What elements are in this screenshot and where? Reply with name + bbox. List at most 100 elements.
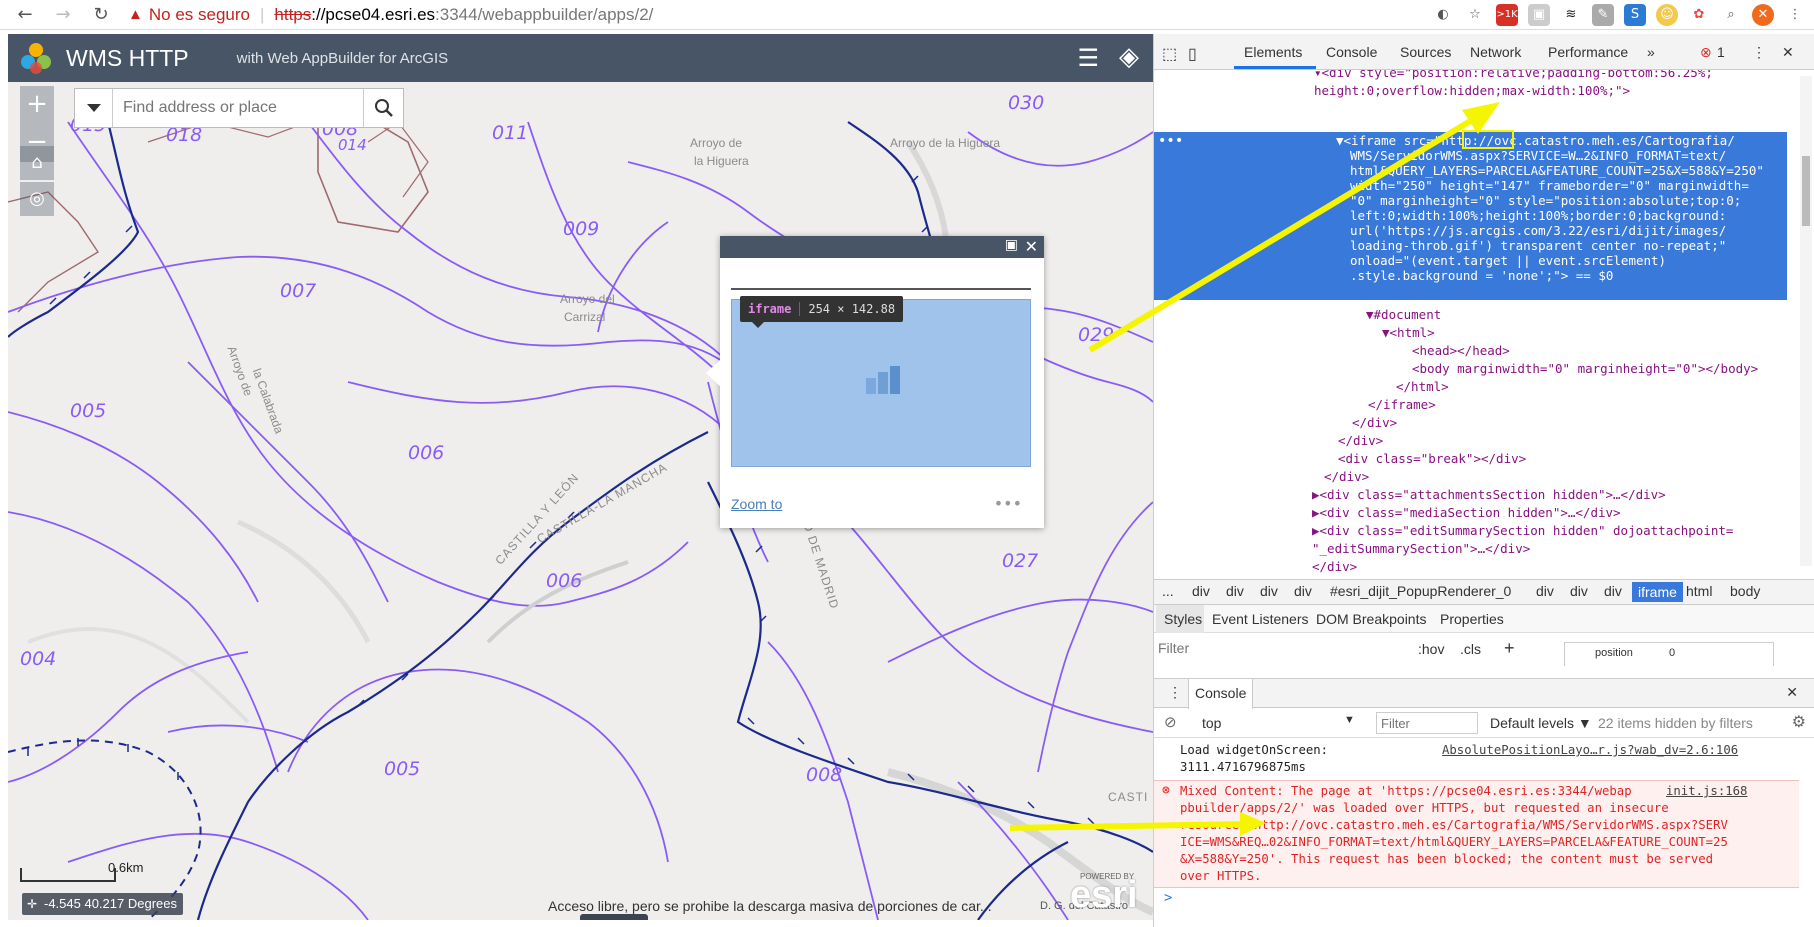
scrollbar-thumb[interactable] (1802, 156, 1810, 226)
map-label-parcel: 011 (492, 122, 529, 144)
drawer-menu-icon[interactable]: ⋮ (1168, 684, 1182, 701)
app-header: WMS HTTP with Web AppBuilder for ArcGIS … (8, 34, 1153, 82)
tab-event-listeners[interactable]: Event Listeners (1212, 611, 1309, 627)
breadcrumb-item[interactable]: div (1226, 583, 1244, 599)
app-logo-icon (21, 43, 51, 74)
emoji-extension-icon[interactable]: ☺ (1656, 4, 1678, 26)
dom-line[interactable]: ▶<div class="attachmentsSection hidden">… (1312, 486, 1666, 504)
gmail-extension-icon[interactable]: >1K (1496, 4, 1518, 26)
hov-toggle[interactable]: :hov (1418, 641, 1444, 657)
cookie-icon[interactable]: ◐ (1432, 4, 1454, 26)
new-rule-icon[interactable]: + (1504, 638, 1515, 659)
basemap-layers-icon[interactable]: ◈ (1119, 42, 1139, 72)
map-label-parcel: 027 (1002, 550, 1039, 572)
flower-extension-icon[interactable]: ✿ (1688, 4, 1710, 26)
tab-sources[interactable]: Sources (1400, 44, 1451, 60)
star-icon[interactable]: ☆ (1464, 4, 1486, 26)
security-label: No es seguro (148, 4, 250, 24)
dom-line[interactable]: </div> (1324, 468, 1369, 486)
search-source-dropdown[interactable] (75, 89, 113, 127)
more-tabs-button[interactable]: » (1647, 44, 1655, 60)
devtools-menu-icon[interactable]: ⋮ (1752, 44, 1766, 61)
tab-properties[interactable]: Properties (1440, 611, 1504, 627)
dom-line[interactable]: ▶<div class="editSummarySection hidden" … (1312, 522, 1733, 540)
tab-performance[interactable]: Performance (1548, 44, 1628, 60)
styles-filter-input[interactable] (1158, 640, 1368, 656)
search-button[interactable] (363, 89, 403, 127)
device-toolbar-icon[interactable]: ▯ (1188, 44, 1197, 64)
element-inspect-tooltip: iframe 254 × 142.88 (740, 296, 904, 328)
popup-iframe[interactable] (731, 299, 1031, 467)
tab-styles[interactable]: Styles (1164, 611, 1202, 627)
breadcrumb-item-selected[interactable]: iframe (1632, 582, 1683, 602)
zoom-to-link[interactable]: Zoom to (731, 496, 782, 512)
more-actions-icon[interactable]: ••• (994, 494, 1022, 513)
security-indicator[interactable]: ▲ No es seguro | (128, 5, 274, 25)
tab-dom-breakpoints[interactable]: DOM Breakpoints (1316, 611, 1426, 627)
context-caret-icon[interactable]: ▼ (1344, 714, 1355, 726)
elements-scrollbar[interactable] (1800, 76, 1812, 566)
dom-line[interactable]: ▾<div style="position:relative;padding-b… (1314, 70, 1713, 82)
context-selector[interactable]: top (1202, 715, 1221, 731)
dom-line[interactable]: </div> (1352, 414, 1397, 432)
console-prompt[interactable]: > (1164, 890, 1172, 907)
dom-line[interactable]: </div> (1338, 432, 1383, 450)
drawer-close-icon[interactable]: ✕ (1786, 684, 1798, 701)
breadcrumb-item[interactable]: body (1730, 583, 1760, 599)
maximize-icon[interactable]: ▣ (1005, 237, 1018, 253)
menu-icon[interactable]: ⋮ (1784, 4, 1806, 26)
extension-icons: ◐ ☆ >1K ▣ ≋ ✎ S ☺ ✿ ⌕ ✕ ⋮ (1432, 4, 1806, 26)
log-source-link[interactable]: AbsolutePositionLayo…r.js?wab_dv=2.6:106 (1442, 742, 1738, 759)
attribution-toggle[interactable] (580, 914, 648, 920)
coordinate-widget[interactable]: ✛ -4.545 40.217 Degrees (22, 893, 183, 915)
tab-elements[interactable]: Elements (1244, 44, 1302, 60)
log-levels-dropdown[interactable]: Default levels ▼ (1490, 715, 1592, 731)
breadcrumb-item[interactable]: ... (1162, 583, 1174, 599)
clear-console-icon[interactable]: ⊘ (1164, 713, 1177, 731)
breadcrumb-item[interactable]: div (1536, 583, 1554, 599)
layers-extension-icon[interactable]: ≋ (1560, 4, 1582, 26)
x-extension-icon[interactable]: ✕ (1752, 4, 1774, 26)
breadcrumb-item[interactable]: html (1686, 583, 1712, 599)
my-location-button[interactable]: ◎ (20, 182, 54, 216)
layer-list-icon[interactable]: ☰ (1077, 44, 1099, 72)
inspect-element-icon[interactable]: ⬚ (1162, 44, 1177, 64)
breadcrumb-item[interactable]: div (1260, 583, 1278, 599)
dom-line[interactable]: <div class="break"></div> (1338, 450, 1526, 468)
box-model-label: position (1595, 647, 1633, 659)
s-extension-icon[interactable]: S (1624, 4, 1646, 26)
error-count[interactable]: 1 (1717, 44, 1725, 60)
map-label-parcel: 005 (70, 400, 107, 422)
search-input[interactable] (123, 99, 353, 117)
console-settings-icon[interactable]: ⚙ (1792, 712, 1806, 732)
dom-line[interactable]: ▶<div class="mediaSection hidden">…</div… (1312, 504, 1621, 522)
error-source-link[interactable]: init.js:168 (1666, 783, 1748, 800)
home-button[interactable]: ⌂ (20, 146, 54, 180)
popup-titlebar: ▣ ✕ (720, 236, 1044, 258)
close-icon[interactable]: ✕ (1025, 237, 1038, 256)
popup-pointer (706, 358, 722, 388)
breadcrumb-item[interactable]: div (1192, 583, 1210, 599)
tab-network[interactable]: Network (1470, 44, 1521, 60)
pdf-extension-icon[interactable]: ✎ (1592, 4, 1614, 26)
breadcrumb-item[interactable]: #esri_dijit_PopupRenderer_0 (1330, 583, 1511, 599)
breadcrumb-item[interactable]: div (1570, 583, 1588, 599)
zoom-in-button[interactable]: + (20, 86, 54, 124)
address-bar[interactable]: https://pcse04.esri.es:3344/webappbuilde… (274, 5, 653, 25)
back-icon[interactable]: ← (12, 4, 38, 25)
tab-console[interactable]: Console (1326, 44, 1377, 60)
inspect-extension-icon[interactable]: ⌕ (1720, 4, 1742, 26)
dom-line[interactable]: </div> (1312, 558, 1357, 576)
dom-line[interactable]: </html> (1396, 378, 1449, 396)
tab-console-drawer[interactable]: Console (1188, 679, 1254, 709)
devtools-close-icon[interactable]: ✕ (1782, 44, 1794, 61)
breadcrumb-item[interactable]: div (1604, 583, 1622, 599)
breadcrumb-item[interactable]: div (1294, 583, 1312, 599)
dom-line[interactable]: "_editSummarySection">…</div> (1312, 540, 1530, 558)
forward-icon[interactable]: → (50, 4, 76, 25)
screenshot-extension-icon[interactable]: ▣ (1528, 4, 1550, 26)
console-filter-input[interactable] (1376, 712, 1478, 734)
reload-icon[interactable]: ↻ (88, 4, 114, 25)
dom-line[interactable]: </iframe> (1368, 396, 1436, 414)
cls-toggle[interactable]: .cls (1460, 641, 1481, 657)
